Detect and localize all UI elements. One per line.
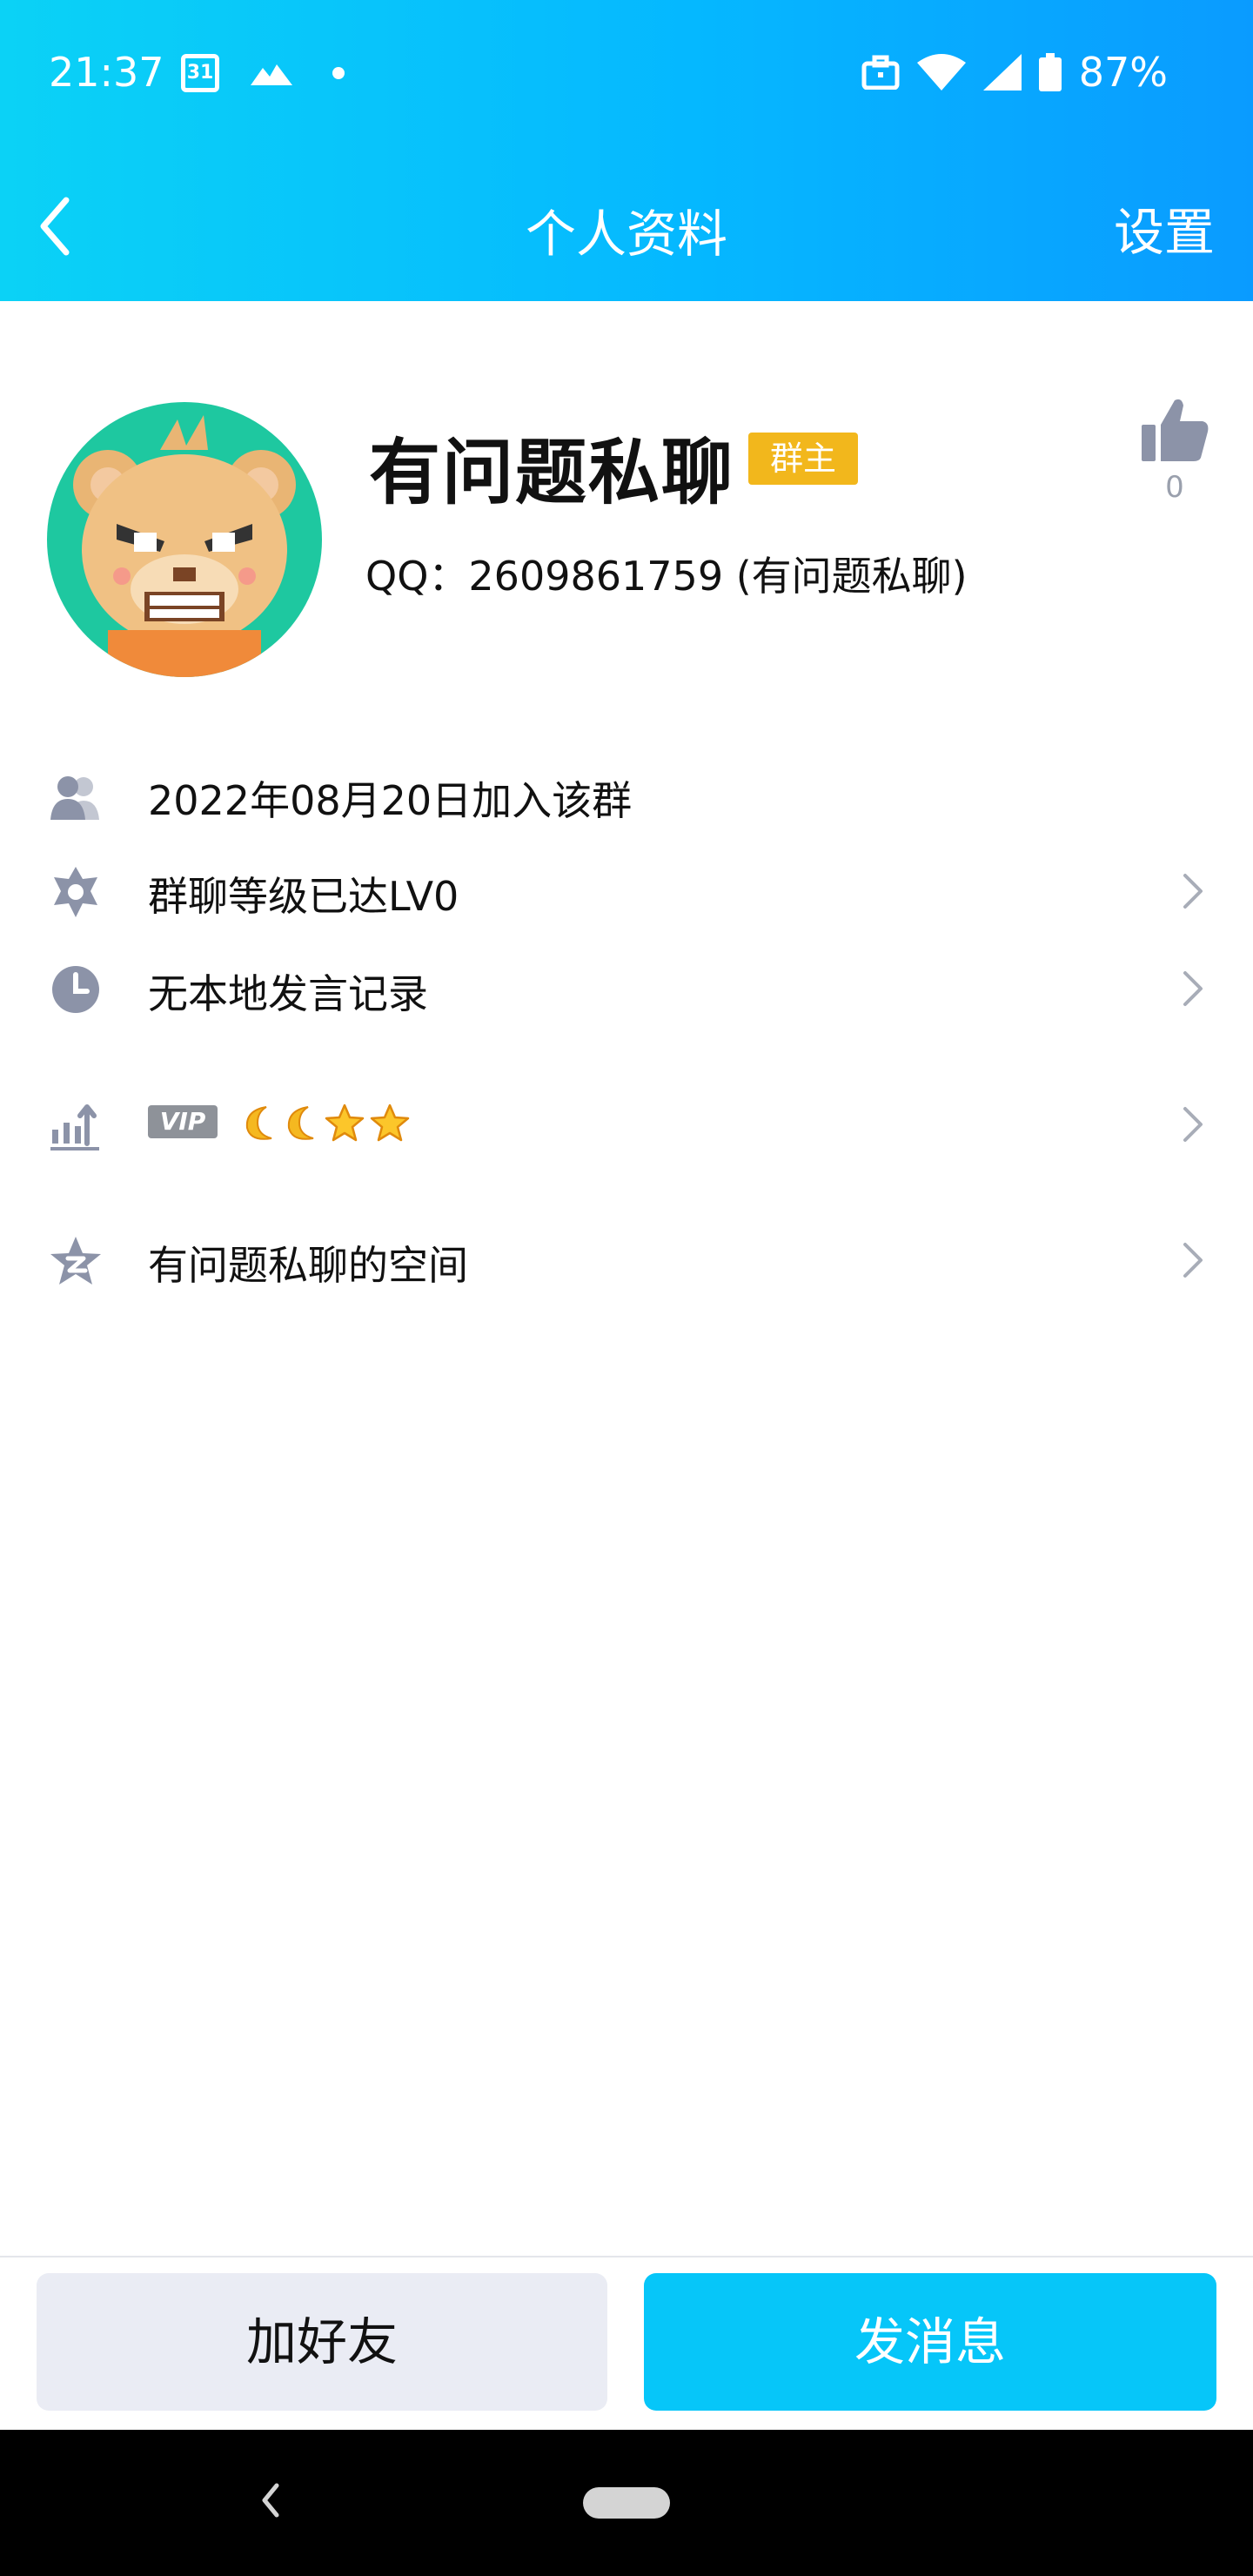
like-count: 0	[1165, 470, 1184, 505]
nav-back-icon[interactable]	[258, 2479, 284, 2522]
message-history-row[interactable]: 无本地发言记录	[0, 943, 1253, 1030]
profile-name: 有问题私聊	[369, 432, 735, 514]
message-history-text: 无本地发言记录	[148, 970, 428, 1017]
joined-date-row: 2022年08月20日加入该群	[0, 750, 1253, 837]
qzone-star-icon	[50, 1237, 101, 1285]
joined-date-text: 2022年08月20日加入该群	[148, 777, 633, 824]
qq-number: QQ：2609861759 (有问题私聊)	[365, 553, 968, 600]
system-nav-bar	[0, 2430, 1253, 2576]
chevron-right-icon	[1183, 1107, 1203, 1142]
notification-dot-icon	[332, 67, 345, 79]
qzone-row[interactable]: 有问题私聊的空间	[0, 1215, 1253, 1302]
level-badge-icon	[54, 867, 97, 917]
group-members-icon	[50, 776, 99, 820]
level-up-chart-icon	[50, 1104, 99, 1150]
work-profile-icon	[861, 55, 900, 90]
chevron-right-icon	[1183, 1243, 1203, 1278]
calendar-icon: 31	[181, 54, 219, 92]
avatar[interactable]	[47, 402, 322, 677]
battery-percent: 87%	[1078, 49, 1168, 96]
moon-icon	[287, 1106, 314, 1140]
wifi-icon	[916, 54, 966, 91]
status-bar: 21:37 31 87%	[0, 0, 1253, 148]
photos-icon	[251, 64, 292, 85]
page-title: 个人资料	[525, 205, 727, 264]
thumbs-up-icon	[1142, 399, 1209, 461]
vip-level-row[interactable]: VIP	[0, 1079, 1253, 1166]
send-message-button[interactable]: 发消息	[644, 2273, 1216, 2411]
like-button[interactable]: 0	[1136, 397, 1213, 510]
settings-button[interactable]: 设置	[1114, 191, 1215, 265]
status-time: 21:37	[49, 49, 164, 96]
battery-icon	[1038, 53, 1062, 91]
clock-icon	[52, 966, 99, 1013]
qzone-text: 有问题私聊的空间	[148, 1242, 468, 1289]
vip-badge: VIP	[148, 1105, 218, 1138]
group-level-row[interactable]: 群聊等级已达LV0	[0, 846, 1253, 933]
cellular-signal-icon	[982, 54, 1022, 91]
avatar-bear-image	[47, 402, 322, 677]
chevron-right-icon	[1183, 874, 1203, 909]
header-bar: 21:37 31 87% 个人资料 设置	[0, 0, 1253, 301]
role-badge: 群主	[748, 433, 858, 485]
nav-home-pill[interactable]	[583, 2487, 670, 2519]
star-icon	[370, 1104, 410, 1142]
group-level-text: 群聊等级已达LV0	[148, 873, 459, 920]
status-right-group: 87%	[861, 49, 1168, 96]
title-bar: 个人资料 设置	[0, 148, 1253, 301]
star-icon	[325, 1104, 365, 1142]
vip-level-icons	[240, 1100, 411, 1145]
add-friend-button[interactable]: 加好友	[37, 2273, 607, 2411]
moon-icon	[245, 1106, 272, 1140]
chevron-right-icon	[1183, 971, 1203, 1006]
